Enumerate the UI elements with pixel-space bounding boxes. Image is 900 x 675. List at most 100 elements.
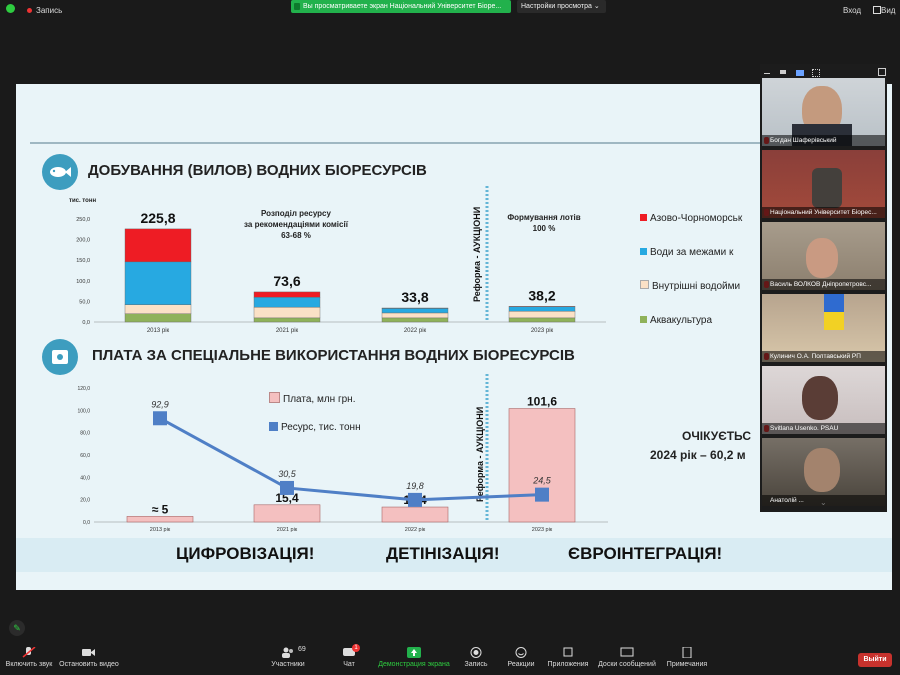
payment-bar-label: ≈ 5 bbox=[152, 502, 169, 516]
y-tick-label: 20,0 bbox=[80, 498, 90, 504]
bar-total-label: 73,6 bbox=[273, 273, 300, 289]
apps-button[interactable]: Приложения bbox=[546, 640, 590, 668]
y-tick-label: 60,0 bbox=[80, 453, 90, 459]
resource-point bbox=[280, 480, 294, 495]
participant-name: Василь ВОЛКОВ Дніпропетровс... bbox=[762, 279, 885, 290]
shield-icon bbox=[6, 4, 15, 13]
recording-label: Запись bbox=[36, 6, 63, 15]
sign-in-button[interactable]: Вход bbox=[843, 6, 861, 15]
legend-swatch bbox=[269, 392, 280, 403]
bar-total-label: 38,2 bbox=[528, 287, 555, 303]
bar-segment bbox=[124, 304, 192, 314]
resource-point bbox=[535, 487, 549, 502]
strip-view-icon[interactable] bbox=[796, 70, 804, 76]
record-icon bbox=[469, 647, 483, 658]
bar-segment bbox=[253, 306, 321, 319]
whiteboard-button[interactable]: Доски сообщений bbox=[596, 640, 658, 668]
minimize-icon[interactable] bbox=[764, 73, 770, 74]
y-tick-label: 100,0 bbox=[77, 408, 90, 414]
legend-swatch bbox=[640, 280, 649, 289]
distribution-note: Розподіл ресурсу за рекомендаціями комісі… bbox=[244, 209, 348, 240]
bar-segment bbox=[253, 317, 321, 323]
x-tick-label: 2013 рік bbox=[150, 527, 171, 533]
money-icon bbox=[42, 339, 78, 375]
resource-point bbox=[153, 411, 167, 426]
resource-point-label: 30,5 bbox=[278, 469, 297, 479]
y-tick-label: 200,0 bbox=[76, 238, 90, 244]
participant-tile[interactable]: ⌄ Анатолій ... bbox=[762, 438, 885, 506]
x-tick-label: 2023 рік bbox=[532, 527, 553, 533]
participant-tile[interactable]: Богдан Шаферівський bbox=[762, 78, 885, 146]
participant-video bbox=[806, 238, 838, 278]
share-banner: Вы просматриваете экран Національний Уні… bbox=[291, 0, 511, 13]
bar-segment bbox=[124, 228, 192, 263]
resource-point-label: 24,5 bbox=[532, 476, 552, 486]
y-tick-label: 40,0 bbox=[80, 475, 90, 481]
mic-off-icon bbox=[22, 646, 36, 658]
flag-yellow bbox=[824, 312, 844, 330]
y-tick-label: 150,0 bbox=[76, 258, 90, 264]
payment-bar bbox=[126, 516, 194, 523]
expand-icon[interactable] bbox=[878, 68, 886, 76]
y-tick-label: 0,0 bbox=[83, 520, 90, 526]
bar-segment bbox=[253, 291, 321, 298]
bar-segment bbox=[508, 311, 576, 319]
y-tick-label: 50,0 bbox=[79, 299, 90, 305]
legend-item: Води за межами к bbox=[640, 236, 742, 270]
legend-swatch bbox=[640, 248, 647, 255]
share-icon bbox=[294, 3, 300, 10]
payment-bar bbox=[253, 504, 321, 523]
bar-total-label: 225,8 bbox=[140, 210, 175, 226]
bar-segment bbox=[381, 308, 449, 314]
whiteboard-icon bbox=[620, 647, 634, 658]
participant-name: Кулинич О.А. Полтавський РП bbox=[762, 351, 885, 362]
participant-tile[interactable]: Svitlana Usenko. PSAU bbox=[762, 366, 885, 434]
participant-tile[interactable]: Кулинич О.А. Полтавський РП bbox=[762, 294, 885, 362]
payment-legend-line: Ресурс, тис. тонн bbox=[269, 422, 361, 433]
grid-view-icon[interactable] bbox=[812, 69, 820, 77]
annotate-icon[interactable]: ✎ bbox=[9, 620, 25, 636]
participant-name: Svitlana Usenko. PSAU bbox=[762, 423, 885, 434]
y-tick-label: 80,0 bbox=[80, 431, 90, 437]
video-button[interactable]: Остановить видео bbox=[58, 640, 120, 668]
legend-swatch bbox=[640, 214, 647, 221]
banner-eurointegration: ЄВРОІНТЕГРАЦІЯ! bbox=[568, 544, 723, 563]
bar-segment bbox=[124, 313, 192, 323]
notes-icon bbox=[680, 646, 694, 659]
record-button[interactable]: Запись bbox=[462, 640, 490, 668]
record-dot-icon bbox=[27, 8, 32, 13]
grid-view-icon bbox=[873, 6, 881, 14]
bar-segment bbox=[381, 317, 449, 323]
participant-name: Національний Університет Біорес... bbox=[762, 207, 885, 218]
legend-swatch bbox=[269, 422, 278, 431]
view-button[interactable]: Вид bbox=[881, 6, 895, 15]
participant-video bbox=[804, 448, 840, 492]
share-screen-button[interactable]: Демонстрация экрана bbox=[376, 640, 452, 668]
share-banner-text: Вы просматриваете экран Національний Уні… bbox=[303, 3, 502, 10]
speaker-view-icon[interactable] bbox=[780, 70, 786, 74]
section2-title: ПЛАТА ЗА СПЕЦІАЛЬНЕ ВИКОРИСТАННЯ ВОДНИХ … bbox=[92, 347, 575, 364]
legend-item: Аквакультура bbox=[640, 304, 742, 338]
participants-icon bbox=[281, 647, 295, 658]
participant-video bbox=[802, 376, 838, 420]
participant-tile[interactable]: Василь ВОЛКОВ Дніпропетровс... bbox=[762, 222, 885, 290]
resource-point bbox=[408, 492, 422, 507]
notes-button[interactable]: Примечания bbox=[664, 640, 710, 668]
banner-digitalization: ЦИФРОВІЗАЦІЯ! bbox=[176, 544, 315, 563]
leave-button[interactable]: Выйти bbox=[858, 653, 892, 667]
bar-segment bbox=[381, 312, 449, 319]
participants-count: 69 bbox=[298, 646, 306, 653]
apps-icon bbox=[561, 647, 575, 658]
participants-button[interactable]: Участники bbox=[268, 640, 308, 668]
reform-label: Реформа - АУКЦІОНИ bbox=[472, 207, 482, 302]
reactions-button[interactable]: Реакции bbox=[504, 640, 538, 668]
bar-segment bbox=[508, 317, 576, 323]
mute-button[interactable]: Включить звук bbox=[4, 640, 54, 668]
panel-controls bbox=[764, 68, 886, 77]
payment-bar bbox=[381, 506, 449, 523]
x-tick-label: 2013 рік bbox=[147, 328, 170, 334]
x-tick-label: 2022 рік bbox=[405, 527, 426, 533]
y-tick-label: 250,0 bbox=[76, 217, 90, 223]
view-options-button[interactable]: Настройки просмотра ⌄ bbox=[517, 0, 606, 13]
participant-tile[interactable]: Національний Університет Біорес... bbox=[762, 150, 885, 218]
